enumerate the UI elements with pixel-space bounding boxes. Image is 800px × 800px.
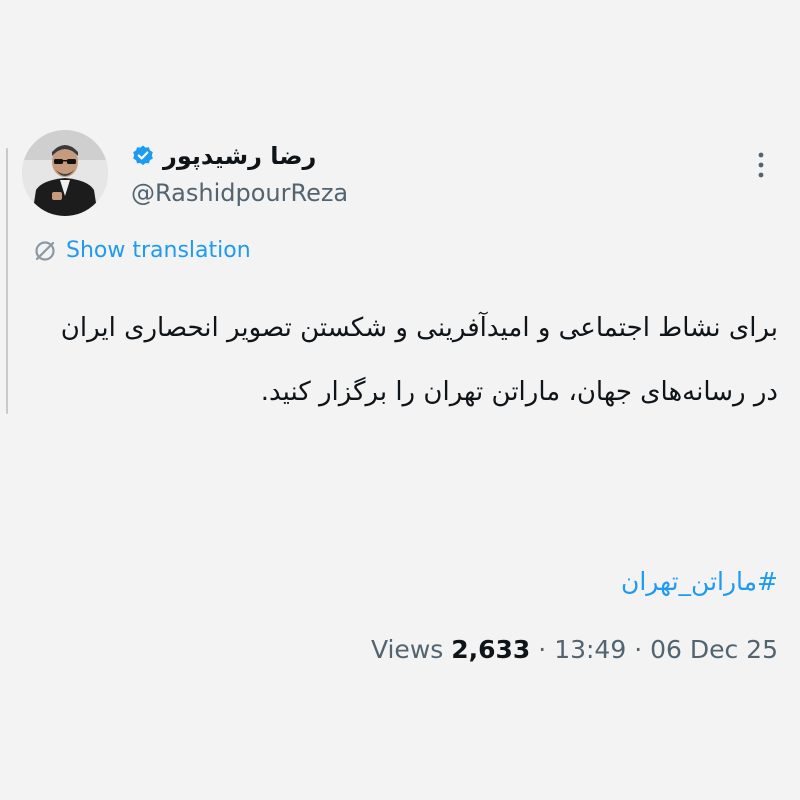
- author-name-row[interactable]: رضا رشیدپور: [131, 138, 316, 174]
- tweet-metadata: Views 2,633 · 13:49 · 06 Dec 25: [371, 628, 778, 672]
- more-options-button[interactable]: [750, 148, 772, 182]
- thread-line: [6, 148, 8, 414]
- more-vertical-icon: [758, 152, 764, 178]
- tweet-card: رضا رشیدپور @RashidpourReza Show transla…: [0, 0, 800, 800]
- separator: ·: [538, 635, 547, 664]
- author-handle[interactable]: @RashidpourReza: [131, 176, 348, 210]
- views-label: Views: [370, 635, 444, 664]
- views-count[interactable]: 2,633: [451, 635, 530, 664]
- separator: ·: [634, 635, 643, 664]
- avatar-image: [22, 130, 108, 216]
- tweet-text: برای نشاط اجتماعی و امیدآفرینی و شکستن ت…: [60, 313, 778, 407]
- translate-icon: [35, 241, 55, 261]
- tweet-date[interactable]: 06 Dec 25: [650, 635, 778, 664]
- tweet-time[interactable]: 13:49: [554, 635, 626, 664]
- show-translation-label[interactable]: Show translation: [66, 234, 251, 268]
- avatar[interactable]: [22, 130, 108, 216]
- show-translation-button[interactable]: Show translation: [32, 234, 251, 268]
- verified-badge-icon: [131, 144, 155, 168]
- display-name[interactable]: رضا رشیدپور: [163, 138, 316, 174]
- hashtag-link[interactable]: #ماراتن_تهران: [621, 560, 778, 604]
